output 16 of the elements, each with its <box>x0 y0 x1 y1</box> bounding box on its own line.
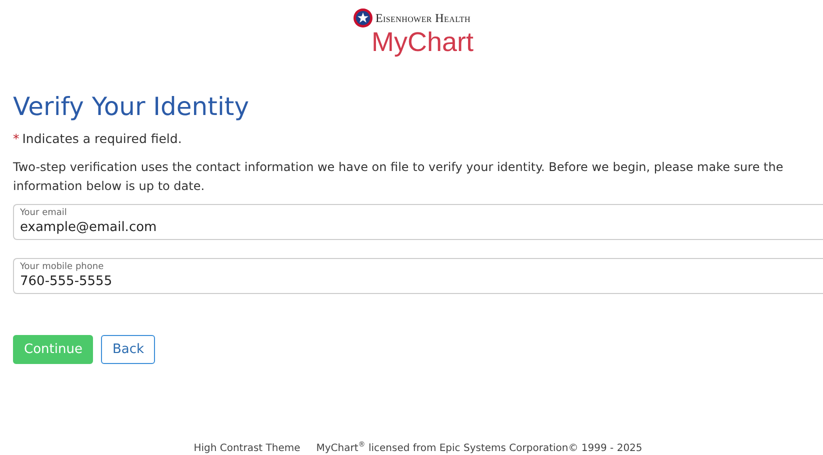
required-note: Indicates a required field. <box>22 131 182 146</box>
back-button[interactable]: Back <box>101 335 156 364</box>
organization-name: Eisenhower Health <box>376 10 470 26</box>
copyright-text: MyChart$^{®}$ licensed from Epic Systems Corporation© 1999 - 2025 <box>316 443 642 454</box>
footer-link[interactable]: High Contrast Theme <box>194 443 300 454</box>
field-label: Your mobile phone <box>20 262 105 272</box>
required-marker: * <box>13 131 20 146</box>
intro-text: Two-step verification uses the contact information we have on file to verify your identity. Before we begin, please make sure the information below is up to date. <box>13 159 784 195</box>
field-value: 760-555-5555 <box>20 273 114 289</box>
field-value: example@email.com <box>20 219 158 235</box>
page-title: Verify Your Identity <box>13 92 250 121</box>
input-field[interactable]: Your mobile phone 760-555-5555 <box>13 258 823 294</box>
product-logo-text: MyChart <box>371 28 474 56</box>
input-field[interactable]: Your email example@email.com <box>13 204 823 240</box>
star-emblem-icon <box>352 8 372 28</box>
field-label: Your email <box>20 208 68 218</box>
